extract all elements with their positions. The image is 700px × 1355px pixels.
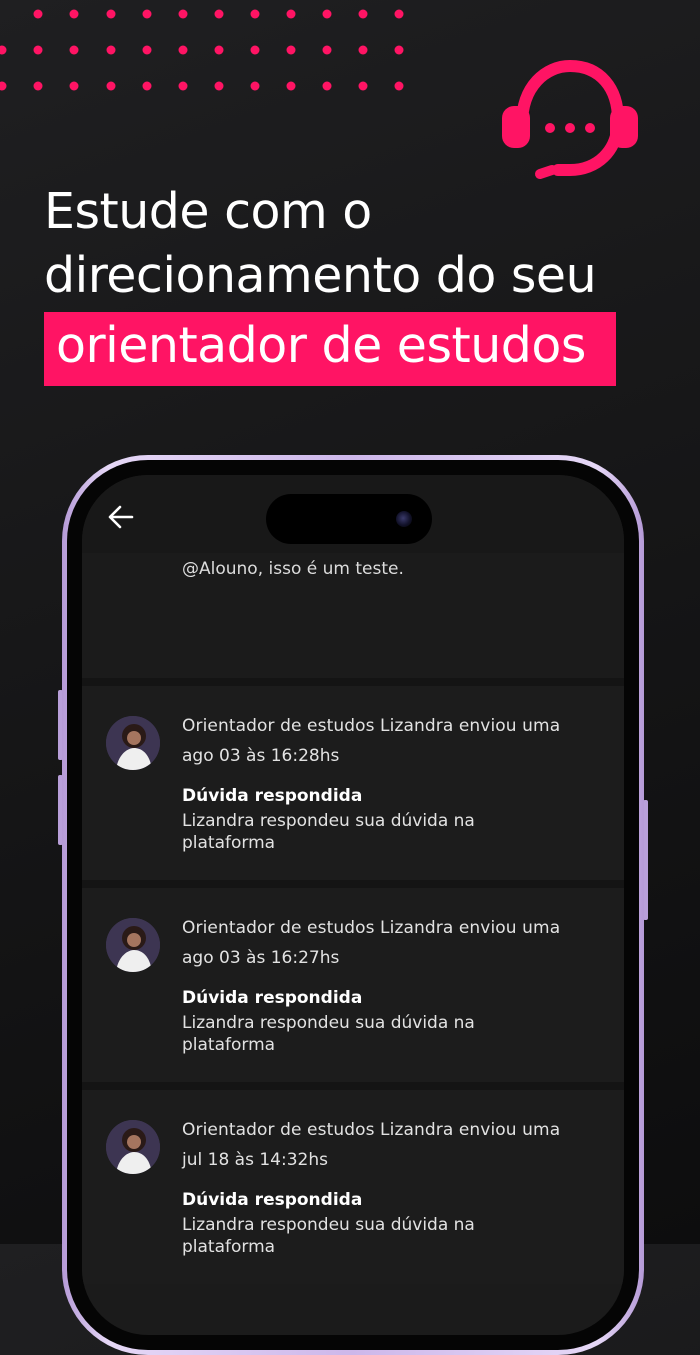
headset-chat-icon: [502, 59, 638, 179]
headline-line-2: direcionamento do seu: [44, 247, 597, 304]
dot-pattern: [0, 9, 404, 91]
divider: [82, 880, 624, 888]
notification-heading: Dúvida respondida: [182, 988, 363, 1008]
dynamic-island: [266, 494, 432, 544]
avatar: [106, 1120, 160, 1174]
phone-bezel: @Alouno, isso é um teste. Orientador de …: [67, 460, 639, 1350]
notification-heading: Dúvida respondida: [182, 1190, 363, 1210]
headline-highlight: orientador de estudos: [44, 312, 616, 386]
divider: [82, 1082, 624, 1090]
notification-heading: Dúvida respondida: [182, 786, 363, 806]
notification-title: Orientador de estudos Lizandra enviou um…: [182, 716, 561, 736]
notification-body: Lizandra respondeu sua dúvida na platafo…: [182, 811, 475, 853]
notification-date: ago 03 às 16:27hs: [182, 948, 340, 968]
partial-message: @Alouno, isso é um teste.: [182, 559, 404, 579]
notification-date: jul 18 às 14:32hs: [182, 1150, 328, 1170]
back-arrow-icon[interactable]: [106, 502, 136, 532]
notification-item[interactable]: Orientador de estudos Lizandra enviou um…: [82, 888, 624, 1082]
avatar: [106, 716, 160, 770]
divider: [82, 678, 624, 686]
notification-item[interactable]: Orientador de estudos Lizandra enviou um…: [82, 686, 624, 880]
phone-frame: @Alouno, isso é um teste. Orientador de …: [62, 455, 644, 1355]
headline-line-1: Estude com o: [44, 183, 372, 240]
notification-title: Orientador de estudos Lizandra enviou um…: [182, 918, 561, 938]
camera-icon: [396, 511, 412, 527]
notification-body: Lizandra respondeu sua dúvida na platafo…: [182, 1013, 475, 1055]
phone-screen: @Alouno, isso é um teste. Orientador de …: [82, 475, 624, 1335]
notification-body: Lizandra respondeu sua dúvida na platafo…: [182, 1215, 475, 1257]
avatar: [106, 918, 160, 972]
notification-date: ago 03 às 16:28hs: [182, 746, 340, 766]
notification-title: Orientador de estudos Lizandra enviou um…: [182, 1120, 561, 1140]
notification-item[interactable]: Orientador de estudos Lizandra enviou um…: [82, 1090, 624, 1284]
headline: Estude com o direcionamento do seu orien…: [44, 180, 616, 386]
